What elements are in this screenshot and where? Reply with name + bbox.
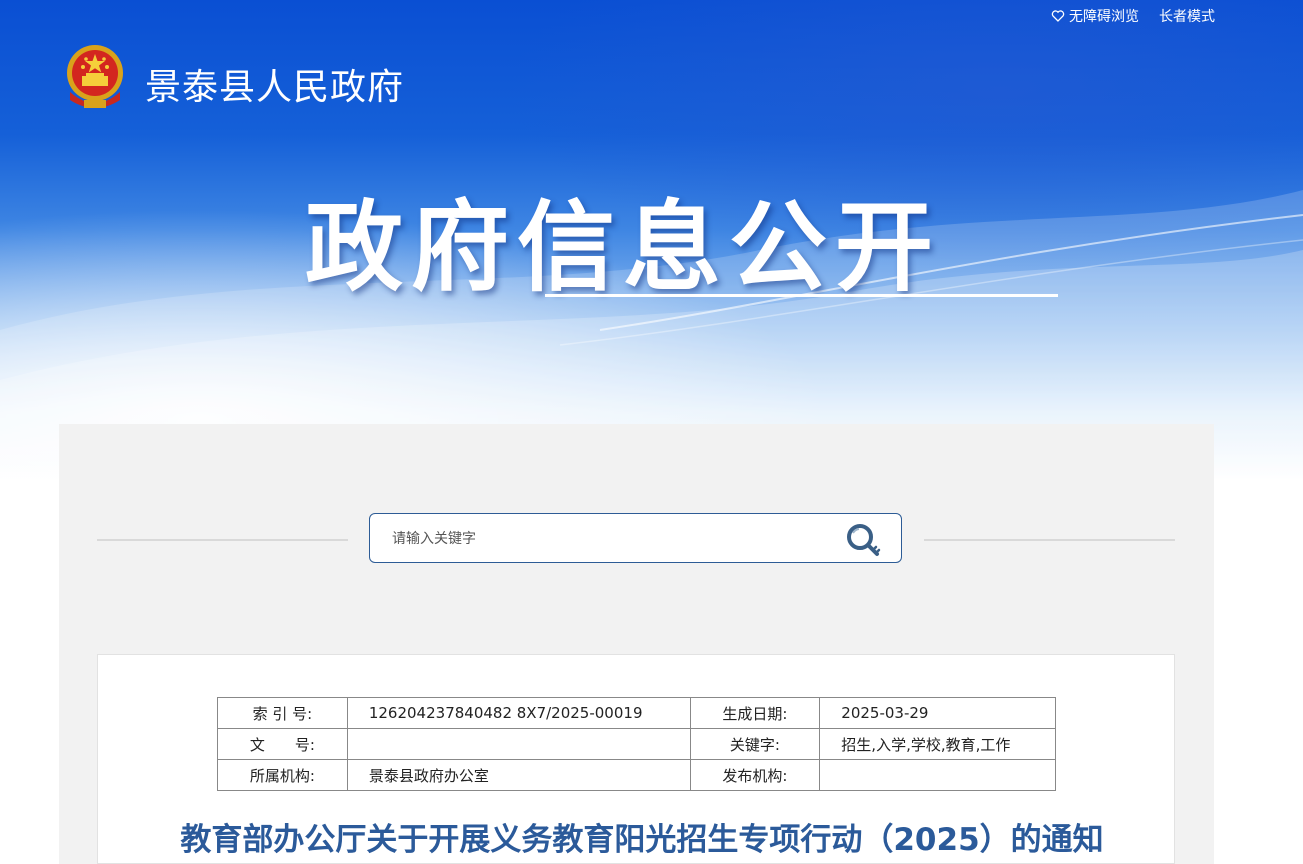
meta-label-doc-number: 文 号: <box>217 728 348 760</box>
table-row: 文 号: 关键字: 招生,入学,学校,教育,工作 <box>217 728 1056 760</box>
top-links: 无障碍浏览 长者模式 <box>1051 6 1215 26</box>
magnifier-key-icon[interactable] <box>843 521 887 561</box>
banner-title: 政府信息公开 <box>305 191 942 305</box>
banner-underline <box>545 294 1058 297</box>
meta-value-agency: 景泰县政府办公室 <box>346 759 691 791</box>
elder-mode-link[interactable]: 长者模式 <box>1159 6 1215 26</box>
accessibility-link-label: 无障碍浏览 <box>1069 9 1139 25</box>
accessibility-link[interactable]: 无障碍浏览 <box>1051 6 1139 26</box>
meta-value-publisher <box>819 759 1056 791</box>
meta-value-keywords: 招生,入学,学校,教育,工作 <box>819 728 1056 760</box>
table-row: 所属机构: 景泰县政府办公室 发布机构: <box>217 759 1056 791</box>
meta-value-doc-number <box>346 728 691 760</box>
meta-label-publisher: 发布机构: <box>689 759 821 791</box>
meta-label-date: 生成日期: <box>689 697 821 729</box>
national-emblem-icon[interactable] <box>62 42 128 112</box>
document-title: 教育部办公厅关于开展义务教育阳光招生专项行动（2025）的通知 <box>180 822 1104 858</box>
table-row: 索 引 号: 126204237840482 8X7/2025-00019 生成… <box>217 697 1056 729</box>
search-left-divider <box>97 539 348 541</box>
meta-label-keywords: 关键字: <box>689 728 821 760</box>
meta-label-agency: 所属机构: <box>217 759 348 791</box>
search-input[interactable] <box>390 526 824 552</box>
elder-mode-link-label: 长者模式 <box>1159 9 1215 25</box>
heart-outline-icon <box>1051 10 1065 22</box>
header-banner: 无障碍浏览 长者模式 景泰县人民政府 政府信息公开 <box>0 0 1303 480</box>
meta-value-index: 126204237840482 8X7/2025-00019 <box>346 697 691 729</box>
meta-value-date: 2025-03-29 <box>819 697 1056 729</box>
meta-label-index: 索 引 号: <box>217 697 348 729</box>
document-meta-table: 索 引 号: 126204237840482 8X7/2025-00019 生成… <box>217 697 1056 791</box>
search-box <box>369 513 902 563</box>
search-right-divider <box>924 539 1175 541</box>
site-name[interactable]: 景泰县人民政府 <box>145 58 404 110</box>
